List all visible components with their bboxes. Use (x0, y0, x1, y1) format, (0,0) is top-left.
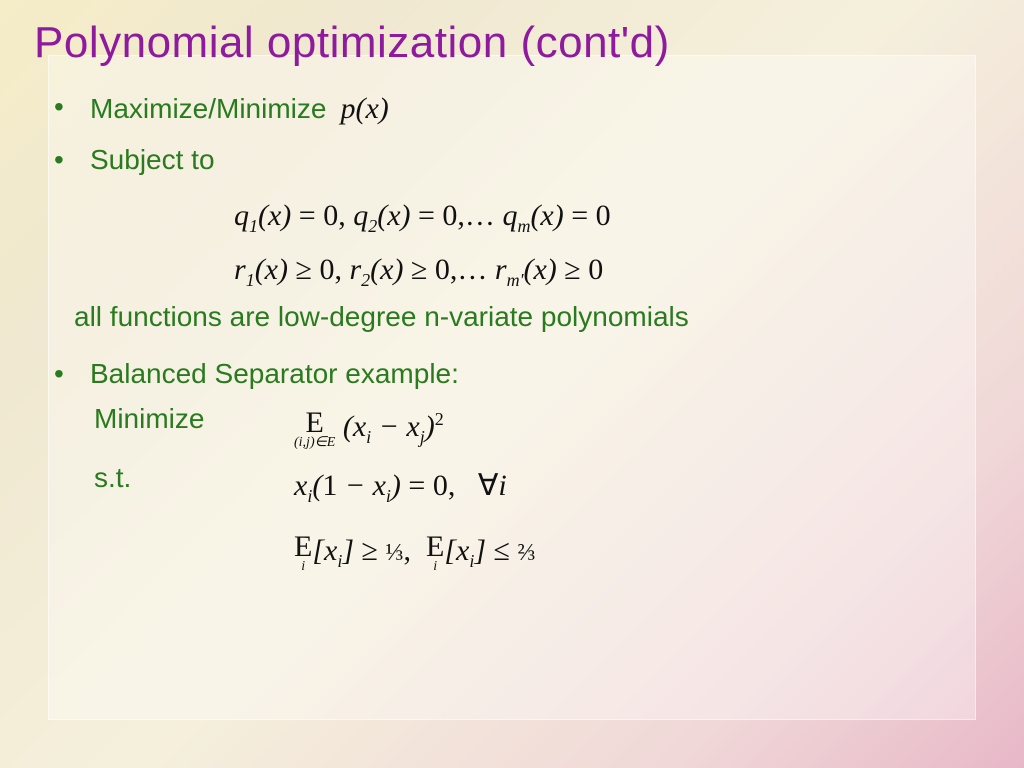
bullet-label: Balanced Separator example: (90, 358, 459, 389)
example-label-minimize: Minimize (94, 403, 294, 435)
example-minimize-row: Minimize E(i,j)∈E (xi − xj)2 (94, 403, 990, 452)
example-st-row: s.t. xi(1 − xi) = 0, ∀i Ei[xi] ≥ ⅓, Ei[x… (94, 462, 990, 576)
bullet-label: Maximize/Minimize (90, 88, 326, 130)
bullet-list: Maximize/Minimize p(x) Subject to (34, 86, 990, 181)
slide-title: Polynomial optimization (cont'd) (34, 18, 990, 68)
inequality-constraints: r1(x) ≥ 0, r2(x) ≥ 0,… rm'(x) ≥ 0 (234, 243, 990, 297)
equality-constraints: q1(x) = 0, q2(x) = 0,… qm(x) = 0 (234, 189, 990, 243)
example-st-constraint-1: xi(1 − xi) = 0, ∀i (294, 462, 536, 511)
bullet-maximize: Maximize/Minimize p(x) (54, 86, 990, 131)
example-label-st: s.t. (94, 462, 294, 494)
bullet-balanced-separator: Balanced Separator example: (54, 353, 990, 395)
example-minimize-math: E(i,j)∈E (xi − xj)2 (294, 403, 444, 452)
bullet-label: Subject to (90, 144, 215, 175)
slide-content: Polynomial optimization (cont'd) Maximiz… (0, 0, 1024, 768)
example-st-constraint-2: Ei[xi] ≥ ⅓, Ei[xi] ≤ ⅔ (294, 527, 536, 576)
math-px: p(x) (340, 86, 388, 131)
bullet-list-2: Balanced Separator example: (34, 353, 990, 395)
bullet-subject-to: Subject to (54, 139, 990, 181)
polynomial-note: all functions are low-degree n-variate p… (74, 301, 990, 333)
example-block: Minimize E(i,j)∈E (xi − xj)2 s.t. xi(1 −… (94, 403, 990, 575)
